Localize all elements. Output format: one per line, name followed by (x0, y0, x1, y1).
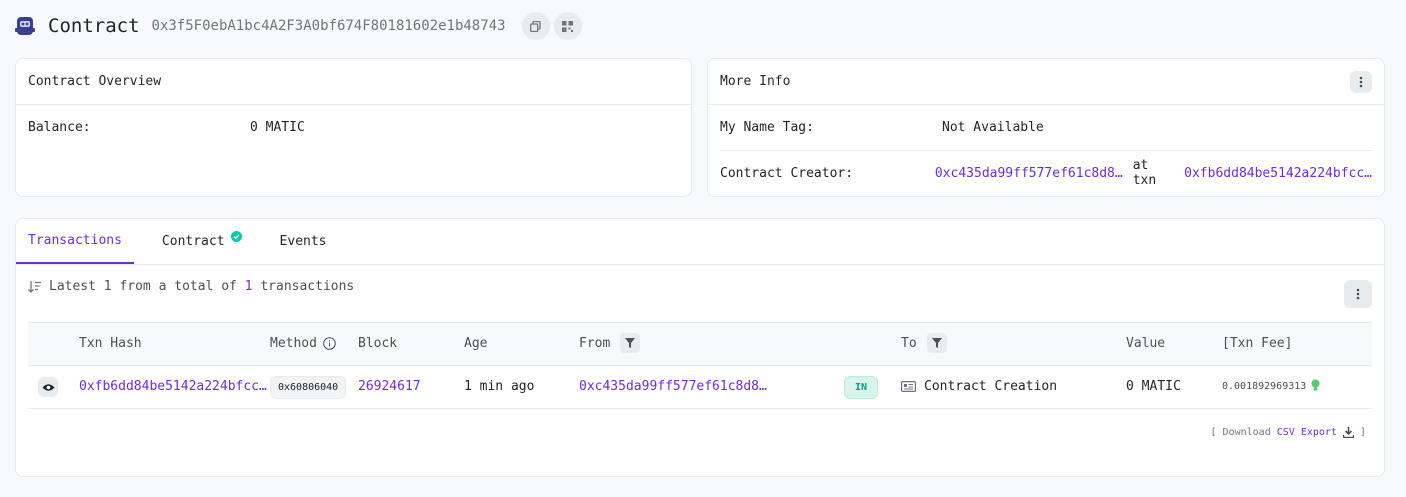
copy-button[interactable] (521, 12, 550, 40)
card-title: More Info (720, 74, 791, 89)
col-to-label: To (901, 335, 917, 351)
col-value: Value (1126, 336, 1166, 351)
more-vertical-icon (1356, 288, 1360, 300)
name-tag-value: Not Available (942, 120, 1044, 135)
table-row: 0xfb6dd84be5142a224bfcc… 0x60806040 2692… (28, 367, 1372, 409)
summary-middle: from a total of (119, 279, 237, 294)
block-link[interactable]: 26924617 (358, 379, 421, 394)
tab-label: Events (279, 234, 327, 249)
verified-check-icon (230, 231, 242, 242)
direction-badge: IN (844, 376, 879, 399)
total-count: 1 (244, 279, 253, 294)
creator-label: Contract Creator: (720, 165, 854, 181)
close-bracket: ] (1359, 427, 1366, 438)
transactions-card: Transactions Contract Events Latest 1 fr… (15, 218, 1385, 477)
col-to: To (901, 333, 947, 353)
open-bracket: [ (1210, 427, 1217, 438)
value-amount: 0 MATIC (1126, 379, 1181, 394)
preview-button[interactable] (38, 377, 58, 397)
copy-icon (530, 20, 541, 32)
filter-icon (931, 338, 942, 348)
tab-events[interactable]: Events (268, 219, 339, 264)
page-header: Contract 0x3f5F0ebA1bc4A2F3A0bf674F80181… (14, 10, 586, 42)
more-info-header: More Info (708, 59, 1384, 105)
method-badge: 0x60806040 (270, 376, 347, 399)
contract-document-icon (901, 381, 916, 392)
qr-code-icon (562, 20, 574, 32)
tab-transactions[interactable]: Transactions (16, 219, 134, 264)
col-txn-fee: [Txn Fee] (1222, 336, 1293, 351)
at-txn-label: at txn (1132, 158, 1157, 188)
txn-hash-link[interactable]: 0xfb6dd84be5142a224bfcc… (79, 379, 267, 394)
contract-logo-icon (14, 15, 36, 37)
transactions-summary: Latest 1 from a total of 1 transactions (28, 279, 354, 294)
col-from: From (579, 333, 641, 353)
summary-suffix: transactions (260, 279, 355, 294)
creator-address-link[interactable]: 0xc435da99ff577ef61c8d8… (935, 166, 1123, 181)
tab-label: Transactions (28, 233, 122, 248)
more-options-button[interactable] (1350, 70, 1372, 93)
page-title: Contract (48, 15, 140, 37)
from-address-link[interactable]: 0xc435da99ff577ef61c8d8… (579, 379, 767, 394)
fee-cell: 0.001892969313 (1222, 379, 1320, 392)
balance-row: Balance: 0 MATIC (16, 105, 691, 135)
contract-address: 0x3f5F0ebA1bc4A2F3A0bf674F80181602e1b487… (151, 18, 506, 34)
tab-bar: Transactions Contract Events (16, 219, 1384, 265)
name-tag-row: My Name Tag: Not Available (720, 105, 1372, 151)
lightbulb-icon[interactable] (1311, 379, 1320, 392)
col-age-toggle[interactable]: Age (464, 336, 487, 351)
summary-prefix: Latest (49, 279, 96, 294)
age-value: 1 min ago (464, 379, 535, 394)
tab-label: Contract (161, 234, 225, 249)
balance-value: 0 MATIC (250, 120, 305, 135)
col-txn-hash: Txn Hash (79, 336, 142, 351)
csv-download: [ Download CSV Export ] (1210, 427, 1366, 438)
balance-label: Balance: (28, 120, 91, 135)
qr-code-button[interactable] (553, 12, 582, 40)
download-icon[interactable] (1342, 427, 1354, 438)
col-from-label: From (579, 335, 611, 351)
creator-row: Contract Creator: 0xc435da99ff577ef61c8d… (720, 151, 1372, 195)
download-label: Download (1222, 427, 1271, 438)
card-title: Contract Overview (16, 59, 691, 105)
col-method: Method (270, 336, 336, 351)
filter-to-button[interactable] (926, 333, 947, 353)
csv-export-link[interactable]: CSV Export (1277, 427, 1337, 438)
latest-count: 1 (103, 279, 112, 294)
contract-overview-card: Contract Overview Balance: 0 MATIC (15, 58, 692, 197)
to-cell: Contract Creation (901, 379, 1057, 394)
table-header: Txn Hash Method Block Age From To Value … (28, 322, 1372, 366)
name-tag-label: My Name Tag: (720, 120, 814, 135)
creator-txn-link[interactable]: 0xfb6dd84be5142a224bfcc… (1184, 166, 1372, 181)
more-vertical-icon (1359, 76, 1363, 87)
col-block: Block (358, 336, 398, 351)
more-info-card: More Info My Name Tag: Not Available Con… (707, 58, 1385, 197)
fee-value: 0.001892969313 (1222, 381, 1307, 392)
sort-descending-icon (28, 280, 41, 293)
col-method-label: Method (270, 336, 317, 351)
filter-from-button[interactable] (620, 333, 641, 353)
table-options-button[interactable] (1344, 280, 1372, 308)
to-value: Contract Creation (924, 379, 1058, 394)
eye-icon (42, 383, 54, 391)
tab-contract[interactable]: Contract (150, 219, 254, 264)
filter-icon (625, 338, 636, 348)
info-icon[interactable] (323, 337, 336, 350)
